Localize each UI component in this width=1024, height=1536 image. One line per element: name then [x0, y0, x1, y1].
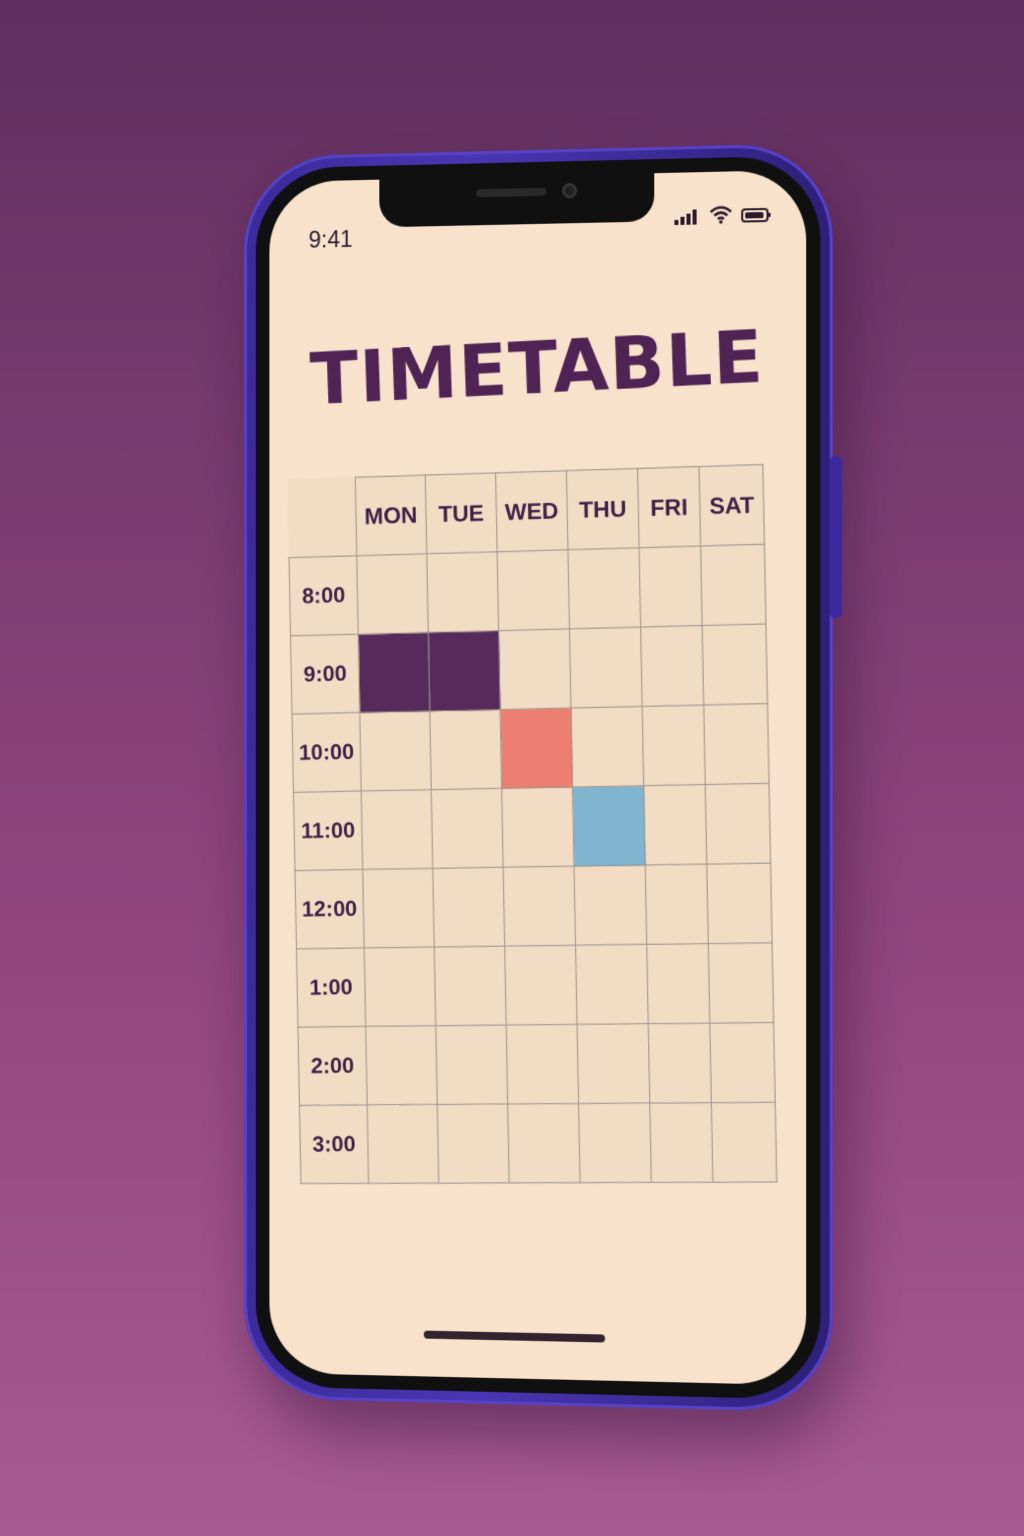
slot-fri-2[interactable] [648, 1023, 712, 1104]
slot-sat-1[interactable] [708, 942, 774, 1024]
day-header-thu: THU [566, 468, 640, 550]
home-indicator[interactable] [423, 1330, 606, 1343]
signal-icon [674, 209, 697, 226]
slot-sat-2[interactable] [709, 1022, 776, 1103]
slot-mon-12[interactable] [362, 868, 435, 948]
slot-fri-9[interactable] [640, 625, 704, 707]
time-label-8: 8:00 [289, 555, 359, 636]
slot-wed-11[interactable] [501, 787, 575, 868]
slot-wed-8[interactable] [497, 549, 570, 631]
slot-thu-12[interactable] [574, 865, 647, 946]
table-row: 12:00 [294, 863, 773, 949]
side-button [829, 456, 842, 619]
slot-thu-9[interactable] [569, 627, 643, 708]
table-row: 3:00 [299, 1102, 777, 1184]
time-label-2: 2:00 [297, 1026, 368, 1106]
slot-mon-10[interactable] [359, 711, 432, 792]
table-row: 8:00 [289, 544, 766, 636]
slot-mon-8[interactable] [356, 553, 429, 635]
slot-thu-3[interactable] [578, 1103, 652, 1183]
time-label-3: 3:00 [299, 1104, 369, 1184]
timetable-corner [288, 477, 357, 557]
slot-fri-11[interactable] [643, 784, 707, 866]
slot-fri-8[interactable] [639, 546, 703, 628]
slot-wed-9[interactable] [498, 628, 571, 710]
time-label-9: 9:00 [290, 634, 360, 715]
day-header-sat: SAT [699, 464, 765, 547]
slot-thu-10[interactable] [570, 706, 644, 788]
slot-mon-3[interactable] [367, 1104, 439, 1184]
table-row: 11:00 [293, 783, 771, 871]
battery-icon [741, 207, 771, 224]
slot-fri-12[interactable] [645, 864, 709, 945]
day-header-mon: MON [355, 475, 427, 556]
slot-sat-11[interactable] [705, 783, 771, 865]
phone-mockup: 9:41 TIMETABLE MON TUE WED THU FRI SAT 8… [244, 142, 842, 1413]
front-camera-icon [561, 183, 577, 199]
slot-tue-9[interactable] [428, 630, 501, 712]
status-time: 9:41 [308, 225, 353, 253]
slot-sat-3[interactable] [711, 1102, 777, 1183]
slot-tue-8[interactable] [426, 551, 499, 633]
camera-notch [379, 171, 655, 228]
slot-wed-1[interactable] [504, 945, 578, 1026]
time-label-12: 12:00 [294, 869, 365, 949]
time-label-11: 11:00 [293, 791, 363, 871]
slot-fri-3[interactable] [649, 1102, 713, 1183]
slot-mon-2[interactable] [365, 1025, 438, 1105]
day-header-wed: WED [495, 470, 568, 552]
slot-tue-3[interactable] [437, 1103, 510, 1184]
slot-sat-10[interactable] [703, 703, 770, 785]
day-header-tue: TUE [425, 472, 498, 554]
slot-thu-11[interactable] [572, 785, 646, 867]
status-icons [674, 205, 771, 226]
slot-wed-10[interactable] [500, 707, 573, 789]
table-row: 10:00 [291, 703, 770, 793]
speaker-grille [476, 187, 546, 198]
slot-sat-9[interactable] [702, 623, 768, 706]
slot-tue-11[interactable] [431, 788, 504, 869]
time-label-1: 1:00 [296, 947, 366, 1028]
slot-fri-10[interactable] [642, 705, 706, 786]
slot-tue-2[interactable] [435, 1025, 508, 1105]
wifi-icon [709, 206, 733, 225]
slot-tue-12[interactable] [432, 867, 505, 948]
slot-mon-9[interactable] [358, 632, 430, 713]
phone-bezel: 9:41 TIMETABLE MON TUE WED THU FRI SAT 8… [255, 155, 821, 1400]
table-row: 2:00 [297, 1022, 776, 1106]
table-row: 9:00 [290, 623, 768, 715]
slot-sat-8[interactable] [700, 544, 766, 626]
table-row: 1:00 [296, 942, 774, 1028]
slot-tue-10[interactable] [429, 709, 502, 790]
slot-thu-8[interactable] [567, 547, 641, 629]
slot-wed-3[interactable] [507, 1103, 581, 1183]
slot-tue-1[interactable] [434, 946, 507, 1026]
slot-wed-2[interactable] [506, 1024, 579, 1104]
slot-fri-1[interactable] [646, 943, 710, 1024]
slot-mon-11[interactable] [361, 789, 433, 870]
timetable-grid: MON TUE WED THU FRI SAT 8:00 9:00 10:00 … [287, 464, 778, 1185]
phone-screen: 9:41 TIMETABLE MON TUE WED THU FRI SAT 8… [269, 169, 807, 1386]
day-header-fri: FRI [637, 466, 701, 548]
slot-mon-1[interactable] [364, 947, 436, 1027]
slot-sat-12[interactable] [706, 863, 773, 944]
page-title: TIMETABLE [308, 314, 766, 422]
slot-thu-1[interactable] [575, 944, 649, 1025]
timetable: MON TUE WED THU FRI SAT 8:00 9:00 10:00 … [287, 464, 778, 1185]
time-label-10: 10:00 [291, 712, 362, 793]
slot-thu-2[interactable] [577, 1023, 650, 1104]
slot-wed-12[interactable] [503, 866, 576, 947]
